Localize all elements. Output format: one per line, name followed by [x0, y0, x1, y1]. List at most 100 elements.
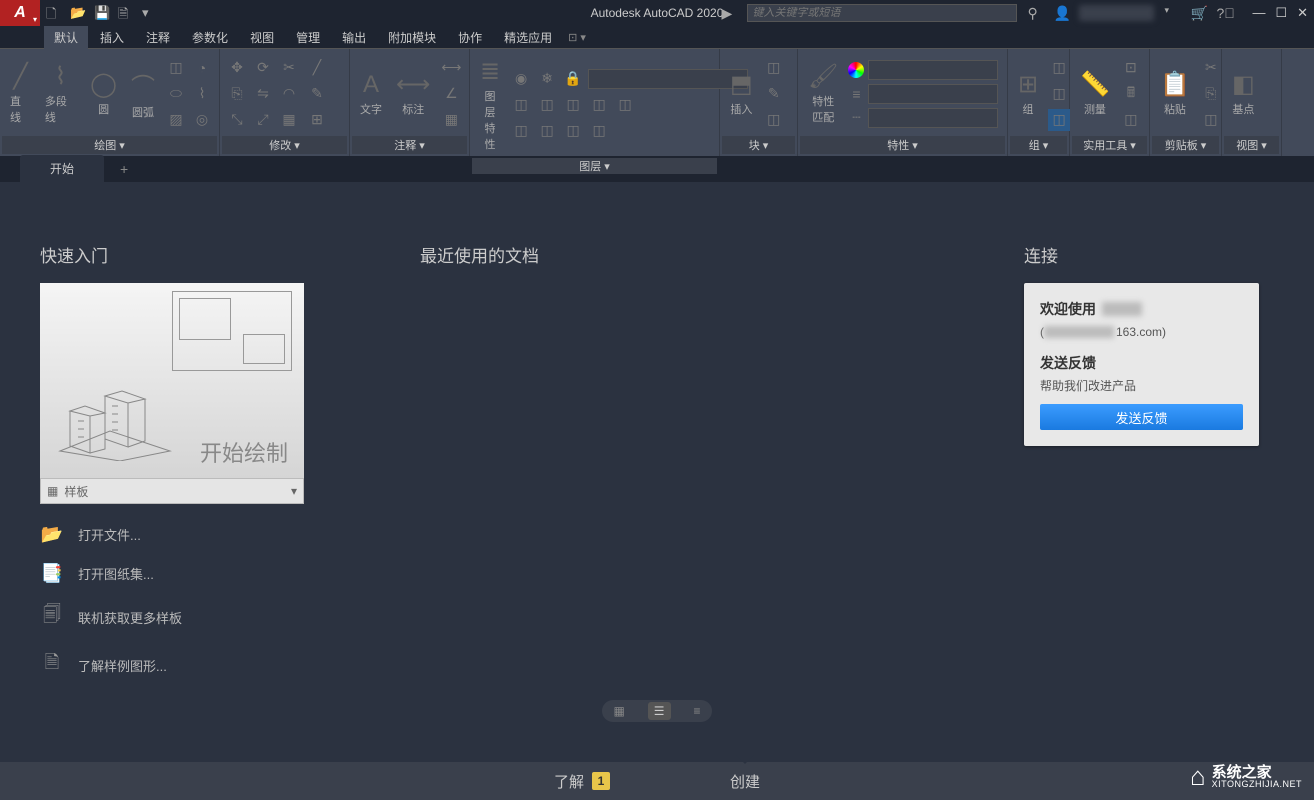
dropdown-icon[interactable]: ▾: [1164, 5, 1180, 21]
infocenter-icon[interactable]: ⚲: [1027, 5, 1043, 21]
ribbon-tab-default[interactable]: 默认: [44, 26, 88, 49]
linetype-icon[interactable]: ┄: [848, 110, 864, 126]
layer-mini-icon[interactable]: ◫: [510, 120, 532, 142]
start-drawing-card[interactable]: 开始绘制: [40, 283, 304, 478]
layer-mini-icon[interactable]: ◫: [588, 94, 610, 116]
layer-icon[interactable]: ◉: [510, 68, 532, 90]
layer-mini-icon[interactable]: ◫: [562, 94, 584, 116]
array-icon[interactable]: ▦: [278, 109, 300, 131]
save-as-icon[interactable]: 🗎: [118, 5, 134, 21]
annotate-mini-icon[interactable]: ▦: [440, 109, 462, 131]
ribbon-tab-view[interactable]: 视图: [240, 26, 284, 49]
mirror-icon[interactable]: ⇋: [252, 83, 274, 105]
ribbon-tab-insert[interactable]: 插入: [90, 26, 134, 49]
draw-mini-icon[interactable]: ◔: [191, 57, 213, 79]
layer-icon[interactable]: ❄: [536, 68, 558, 90]
app-menu-button[interactable]: A ▾: [0, 0, 40, 26]
linetype-combo[interactable]: [868, 108, 998, 128]
group-mini-icon[interactable]: ◫: [1048, 57, 1070, 79]
tool-paste[interactable]: 📋粘贴: [1156, 68, 1194, 119]
link-sample-drawings[interactable]: 🗎了解样例图形...: [40, 650, 320, 680]
copy-icon[interactable]: ⎘: [1200, 83, 1222, 105]
layer-mini-icon[interactable]: ◫: [614, 94, 636, 116]
scale-icon[interactable]: ⤢: [252, 109, 274, 131]
tab-add-button[interactable]: +: [108, 156, 140, 182]
block-mini-icon[interactable]: ◫: [763, 109, 785, 131]
draw-mini-icon[interactable]: ◎: [191, 109, 213, 131]
ribbon-tab-featured[interactable]: 精选应用: [494, 26, 562, 49]
modify-mini-icon[interactable]: ✎: [306, 83, 328, 105]
search-play-icon[interactable]: ▶: [721, 5, 737, 21]
tool-circle[interactable]: ◯圆: [86, 68, 121, 119]
link-open-sheetset[interactable]: 📑打开图纸集...: [40, 563, 320, 584]
bottom-tab-learn[interactable]: 了解 1: [554, 771, 610, 792]
ribbon-tab-parametric[interactable]: 参数化: [182, 26, 238, 49]
clip-mini-icon[interactable]: ◫: [1200, 109, 1222, 131]
tool-measure[interactable]: 📏测量: [1076, 68, 1114, 119]
search-input[interactable]: [752, 7, 1012, 19]
panel-label[interactable]: 特性: [887, 137, 909, 153]
tool-dimension[interactable]: ⟷标注: [392, 68, 434, 119]
color-icon[interactable]: [848, 62, 864, 78]
help-icon[interactable]: ?⃝: [1216, 5, 1232, 21]
panel-label[interactable]: 修改: [269, 137, 291, 153]
minimize-button[interactable]: —: [1252, 5, 1265, 21]
layer-icon[interactable]: 🔒: [562, 68, 584, 90]
search-box[interactable]: [747, 4, 1017, 22]
panel-label[interactable]: 绘图: [94, 137, 116, 153]
tool-text[interactable]: A文字: [356, 69, 386, 119]
dropdown-icon[interactable]: ▾: [142, 5, 158, 21]
layer-mini-icon[interactable]: ◫: [536, 94, 558, 116]
tool-match-props[interactable]: 🖌特性 匹配: [804, 60, 842, 127]
move-icon[interactable]: ✥: [226, 57, 248, 79]
util-mini-icon[interactable]: ⊡: [1120, 57, 1142, 79]
link-open-file[interactable]: 📂打开文件...: [40, 524, 320, 545]
tool-arc[interactable]: ⌒圆弧: [127, 65, 159, 122]
ribbon-tab-collab[interactable]: 协作: [448, 26, 492, 49]
draw-mini-icon[interactable]: ⌇: [191, 83, 213, 105]
annotate-mini-icon[interactable]: ∠: [440, 83, 462, 105]
open-file-icon[interactable]: 📂: [70, 5, 86, 21]
draw-mini-icon[interactable]: ▨: [165, 109, 187, 131]
draw-mini-icon[interactable]: ⬭: [165, 83, 187, 105]
panel-label[interactable]: 图层: [579, 158, 601, 174]
annotate-mini-icon[interactable]: ⟷: [440, 57, 462, 79]
ribbon-tab-manage[interactable]: 管理: [286, 26, 330, 49]
util-mini-icon[interactable]: 🖩: [1120, 83, 1142, 105]
fillet-icon[interactable]: ◠: [278, 83, 300, 105]
panel-label[interactable]: 剪贴板: [1165, 137, 1198, 153]
tool-insert-block[interactable]: ⬒插入: [726, 68, 757, 119]
cart-icon[interactable]: 🛒: [1190, 5, 1206, 21]
ribbon-tab-addins[interactable]: 附加模块: [378, 26, 446, 49]
layer-mini-icon[interactable]: ◫: [588, 120, 610, 142]
ribbon-tab-annotate[interactable]: 注释: [136, 26, 180, 49]
layer-mini-icon[interactable]: ◫: [562, 120, 584, 142]
tool-line[interactable]: ╱直线: [6, 60, 35, 127]
ribbon-tab-output[interactable]: 输出: [332, 26, 376, 49]
tool-polyline[interactable]: ⌇多段线: [41, 60, 80, 127]
rotate-icon[interactable]: ⟳: [252, 57, 274, 79]
tool-base[interactable]: ◧基点: [1228, 68, 1259, 119]
maximize-button[interactable]: ☐: [1275, 5, 1287, 21]
copy-icon[interactable]: ⎘: [226, 83, 248, 105]
block-mini-icon[interactable]: ✎: [763, 83, 785, 105]
group-mini-icon[interactable]: ◫: [1048, 109, 1070, 131]
panel-label[interactable]: 块: [749, 137, 760, 153]
ribbon-extra-icon[interactable]: ⊡ ▾: [568, 31, 586, 44]
cut-icon[interactable]: ✂: [1200, 57, 1222, 79]
list-view-icon[interactable]: ☰: [648, 702, 671, 720]
layer-mini-icon[interactable]: ◫: [510, 94, 532, 116]
new-file-icon[interactable]: 🗋: [46, 5, 62, 21]
save-icon[interactable]: 💾: [94, 5, 110, 21]
panel-label[interactable]: 视图: [1236, 137, 1258, 153]
layer-mini-icon[interactable]: ◫: [536, 120, 558, 142]
link-online-templates[interactable]: 🗐联机获取更多样板: [40, 602, 320, 632]
lineweight-icon[interactable]: ≡: [848, 86, 864, 102]
trim-icon[interactable]: ✂: [278, 57, 300, 79]
tab-start[interactable]: 开始: [20, 155, 104, 182]
send-feedback-button[interactable]: 发送反馈: [1040, 404, 1243, 430]
grid-view-icon[interactable]: ▦: [613, 704, 624, 718]
view-mode-toggle[interactable]: ▦ ☰ ≡: [602, 700, 712, 722]
util-mini-icon[interactable]: ◫: [1120, 109, 1142, 131]
detail-view-icon[interactable]: ≡: [693, 704, 700, 718]
